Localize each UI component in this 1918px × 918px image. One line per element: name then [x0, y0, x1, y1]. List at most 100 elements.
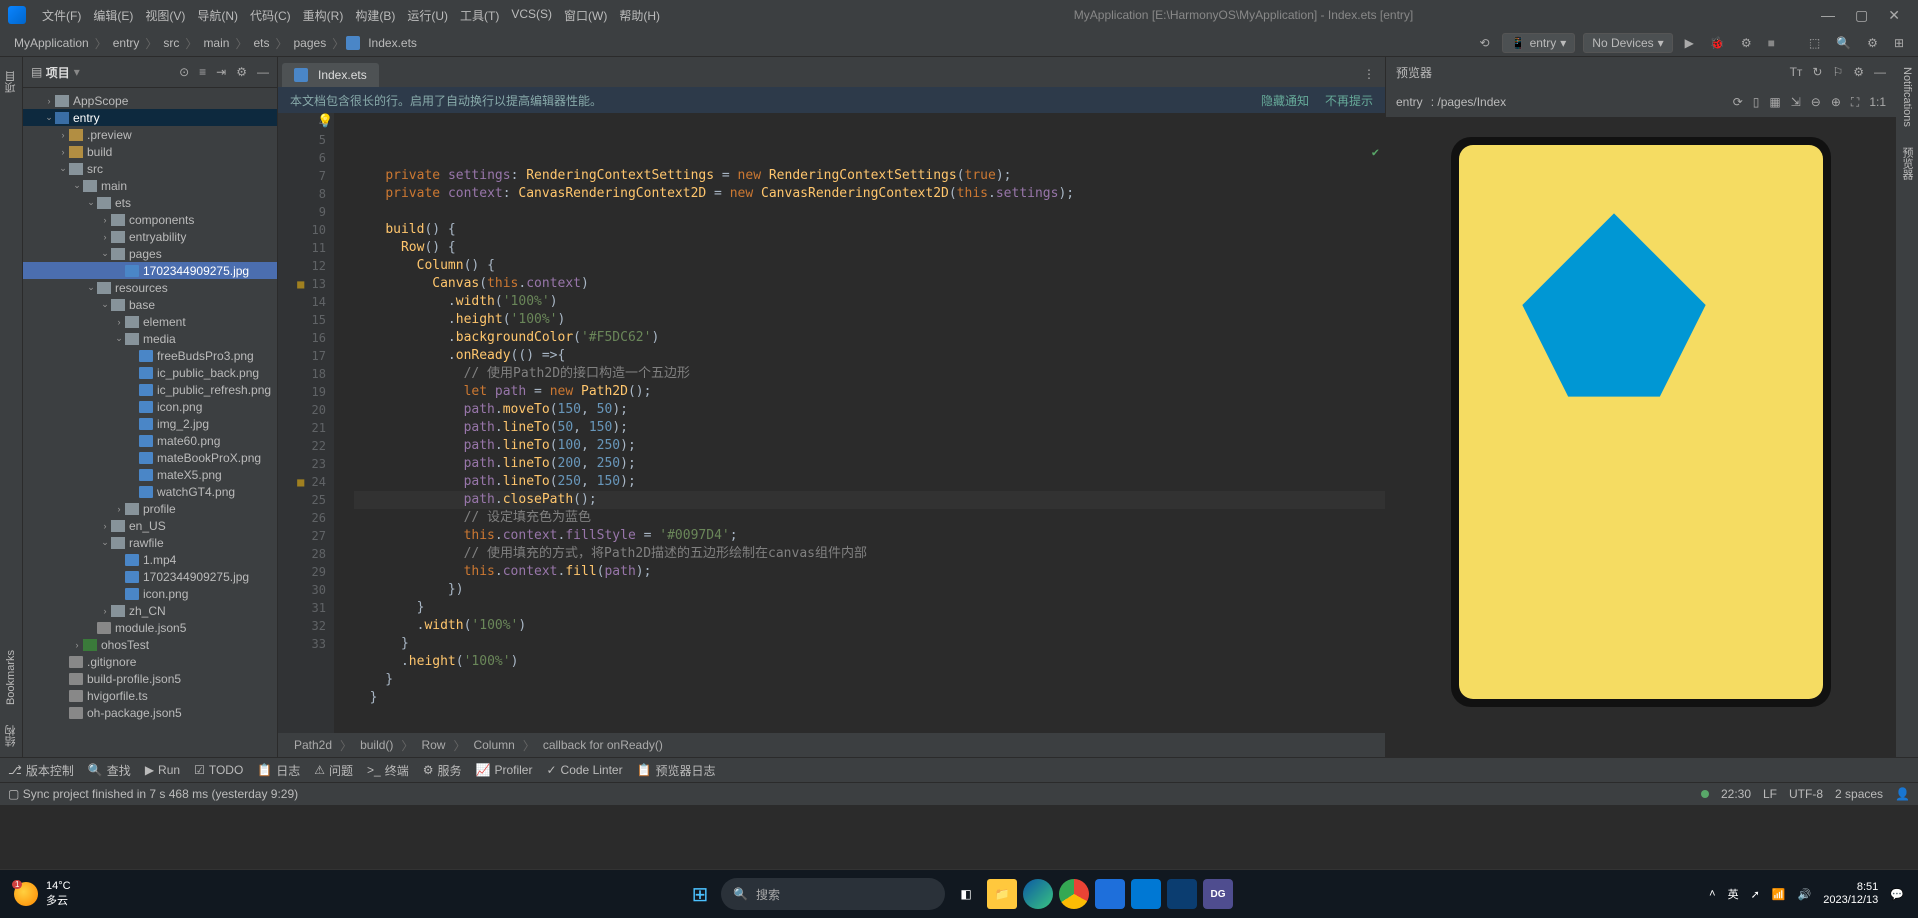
- code-line-10[interactable]: Canvas(this.context): [354, 275, 1385, 293]
- tree-item-en_US[interactable]: ›en_US: [23, 517, 277, 534]
- code-line-8[interactable]: Row() {: [354, 239, 1385, 257]
- bottom-TODO[interactable]: ☑ TODO: [194, 763, 243, 777]
- start-button[interactable]: ⊞: [685, 879, 715, 909]
- tree-arrow[interactable]: ⌄: [43, 112, 55, 123]
- tree-item-img_2.jpg[interactable]: img_2.jpg: [23, 415, 277, 432]
- code-line-14[interactable]: .onReady(() =>{: [354, 347, 1385, 365]
- tree-item-module.json5[interactable]: module.json5: [23, 619, 277, 636]
- tree-item-resources[interactable]: ⌄resources: [23, 279, 277, 296]
- editor-tab-index[interactable]: Index.ets: [282, 63, 379, 87]
- tree-arrow[interactable]: ›: [71, 640, 83, 650]
- tree-item-oh-package.json5[interactable]: oh-package.json5: [23, 704, 277, 721]
- menu-编辑(E)[interactable]: 编辑(E): [87, 7, 139, 24]
- tree-item-base[interactable]: ⌄base: [23, 296, 277, 313]
- code-line-19[interactable]: path.lineTo(100, 250);: [354, 437, 1385, 455]
- code-line-6[interactable]: [354, 203, 1385, 221]
- tree-item-watchGT4.png[interactable]: watchGT4.png: [23, 483, 277, 500]
- hide-preview-icon[interactable]: —: [1874, 65, 1886, 79]
- right-tab-notifications[interactable]: Notifications: [1901, 67, 1913, 127]
- debug-button[interactable]: 🐞: [1706, 36, 1729, 50]
- left-tab-project[interactable]: 项目: [3, 71, 19, 93]
- bottom-预览器日志[interactable]: 📋 预览器日志: [637, 762, 716, 779]
- task-view-icon[interactable]: ◧: [951, 879, 981, 909]
- attach-button[interactable]: ⚙: [1737, 36, 1756, 50]
- text-icon[interactable]: Tт: [1790, 65, 1803, 79]
- code-line-31[interactable]: .height('100%'): [354, 653, 1385, 671]
- bottom-日志[interactable]: 📋 日志: [257, 762, 300, 779]
- vscode-icon[interactable]: [1131, 879, 1161, 909]
- taskbar-weather[interactable]: 1 14°C 多云: [0, 880, 85, 908]
- menu-窗口(W)[interactable]: 窗口(W): [558, 7, 613, 24]
- tree-item-element[interactable]: ›element: [23, 313, 277, 330]
- tree-arrow[interactable]: ›: [113, 504, 125, 514]
- tree-item-freeBudsPro3.png[interactable]: freeBudsPro3.png: [23, 347, 277, 364]
- bcrumb-build()[interactable]: build(): [356, 738, 397, 752]
- right-tab-previewer[interactable]: 预览器: [1899, 147, 1915, 180]
- code-line-28[interactable]: }: [354, 599, 1385, 617]
- left-tab-structure[interactable]: 结构: [3, 725, 19, 747]
- tree-arrow[interactable]: ›: [43, 96, 55, 106]
- crumb-pages[interactable]: pages: [290, 36, 331, 50]
- code-line-18[interactable]: path.lineTo(50, 150);: [354, 419, 1385, 437]
- bcrumb-Column[interactable]: Column: [469, 738, 518, 752]
- code-line-33[interactable]: }: [354, 689, 1385, 707]
- tree-arrow[interactable]: ⌄: [85, 197, 97, 208]
- locate-icon[interactable]: ⊙: [179, 65, 189, 79]
- code-line-30[interactable]: }: [354, 635, 1385, 653]
- tree-arrow[interactable]: ⌄: [85, 282, 97, 293]
- tree-item-mate60.png[interactable]: mate60.png: [23, 432, 277, 449]
- project-tree[interactable]: ›AppScope⌄entry›.preview›build⌄src⌄main⌄…: [23, 88, 277, 757]
- code-line-25[interactable]: // 使用填充的方式，将Path2D描述的五边形绘制在canvas组件内部: [354, 545, 1385, 563]
- indent-setting[interactable]: 2 spaces: [1835, 787, 1883, 801]
- tree-item-ets[interactable]: ⌄ets: [23, 194, 277, 211]
- menu-导航(N)[interactable]: 导航(N): [191, 7, 244, 24]
- stop-button[interactable]: ■: [1764, 36, 1779, 50]
- taskbar-search[interactable]: 🔍 搜索: [721, 878, 945, 910]
- tree-item-main[interactable]: ⌄main: [23, 177, 277, 194]
- tree-item-entryability[interactable]: ›entryability: [23, 228, 277, 245]
- bcrumb-callback for onReady()[interactable]: callback for onReady(): [539, 738, 667, 752]
- intention-bulb-icon[interactable]: 💡: [317, 113, 333, 131]
- tree-item-entry[interactable]: ⌄entry: [23, 109, 277, 126]
- tree-item-build[interactable]: ›build: [23, 143, 277, 160]
- tree-item-profile[interactable]: ›profile: [23, 500, 277, 517]
- crumb-main[interactable]: main: [199, 36, 233, 50]
- tree-arrow[interactable]: ›: [57, 147, 69, 157]
- file-encoding[interactable]: UTF-8: [1789, 787, 1823, 801]
- code-line-11[interactable]: .width('100%'): [354, 293, 1385, 311]
- tree-arrow[interactable]: ⌄: [99, 299, 111, 310]
- settings-icon[interactable]: ⚙: [1863, 36, 1882, 50]
- explorer-icon[interactable]: 📁: [987, 879, 1017, 909]
- hide-panel-icon[interactable]: —: [257, 65, 269, 79]
- bcrumb-Path2d[interactable]: Path2d: [290, 738, 336, 752]
- left-tab-bookmarks[interactable]: Bookmarks: [5, 650, 17, 705]
- tree-arrow[interactable]: ›: [113, 317, 125, 327]
- menu-代码(C)[interactable]: 代码(C): [244, 7, 297, 24]
- notice-dismiss-link[interactable]: 不再提示: [1325, 92, 1373, 109]
- menu-构建(B)[interactable]: 构建(B): [349, 7, 401, 24]
- search-icon[interactable]: 🔍: [1832, 36, 1855, 50]
- editor-breadcrumb[interactable]: Path2d〉build()〉Row〉Column〉callback for o…: [278, 733, 1385, 757]
- tree-item-src[interactable]: ⌄src: [23, 160, 277, 177]
- code-line-4[interactable]: private settings: RenderingContextSettin…: [354, 167, 1385, 185]
- tree-arrow[interactable]: ⌄: [99, 248, 111, 259]
- close-button[interactable]: ✕: [1888, 7, 1900, 24]
- tencent-icon[interactable]: [1095, 879, 1125, 909]
- tree-item-1702344909275.jpg[interactable]: 1702344909275.jpg: [23, 262, 277, 279]
- code-content[interactable]: ✔ private settings: RenderingContextSett…: [334, 113, 1385, 733]
- menu-视图(V)[interactable]: 视图(V): [139, 7, 191, 24]
- volume-icon[interactable]: 🔊: [1798, 888, 1812, 901]
- code-line-17[interactable]: path.moveTo(150, 50);: [354, 401, 1385, 419]
- tree-arrow[interactable]: ›: [99, 232, 111, 242]
- code-line-15[interactable]: // 使用Path2D的接口构造一个五边形: [354, 365, 1385, 383]
- bottom-Profiler[interactable]: 📈 Profiler: [476, 763, 533, 777]
- deveco-icon[interactable]: [1167, 879, 1197, 909]
- tree-item-mateX5.png[interactable]: mateX5.png: [23, 466, 277, 483]
- grid-icon[interactable]: ▦: [1769, 95, 1780, 110]
- phone-icon[interactable]: ▯: [1753, 95, 1760, 110]
- tree-item-zh_CN[interactable]: ›zh_CN: [23, 602, 277, 619]
- bcrumb-Row[interactable]: Row: [417, 738, 449, 752]
- code-line-29[interactable]: .width('100%'): [354, 617, 1385, 635]
- crumb-entry[interactable]: entry: [109, 36, 144, 50]
- menu-工具(T)[interactable]: 工具(T): [454, 7, 505, 24]
